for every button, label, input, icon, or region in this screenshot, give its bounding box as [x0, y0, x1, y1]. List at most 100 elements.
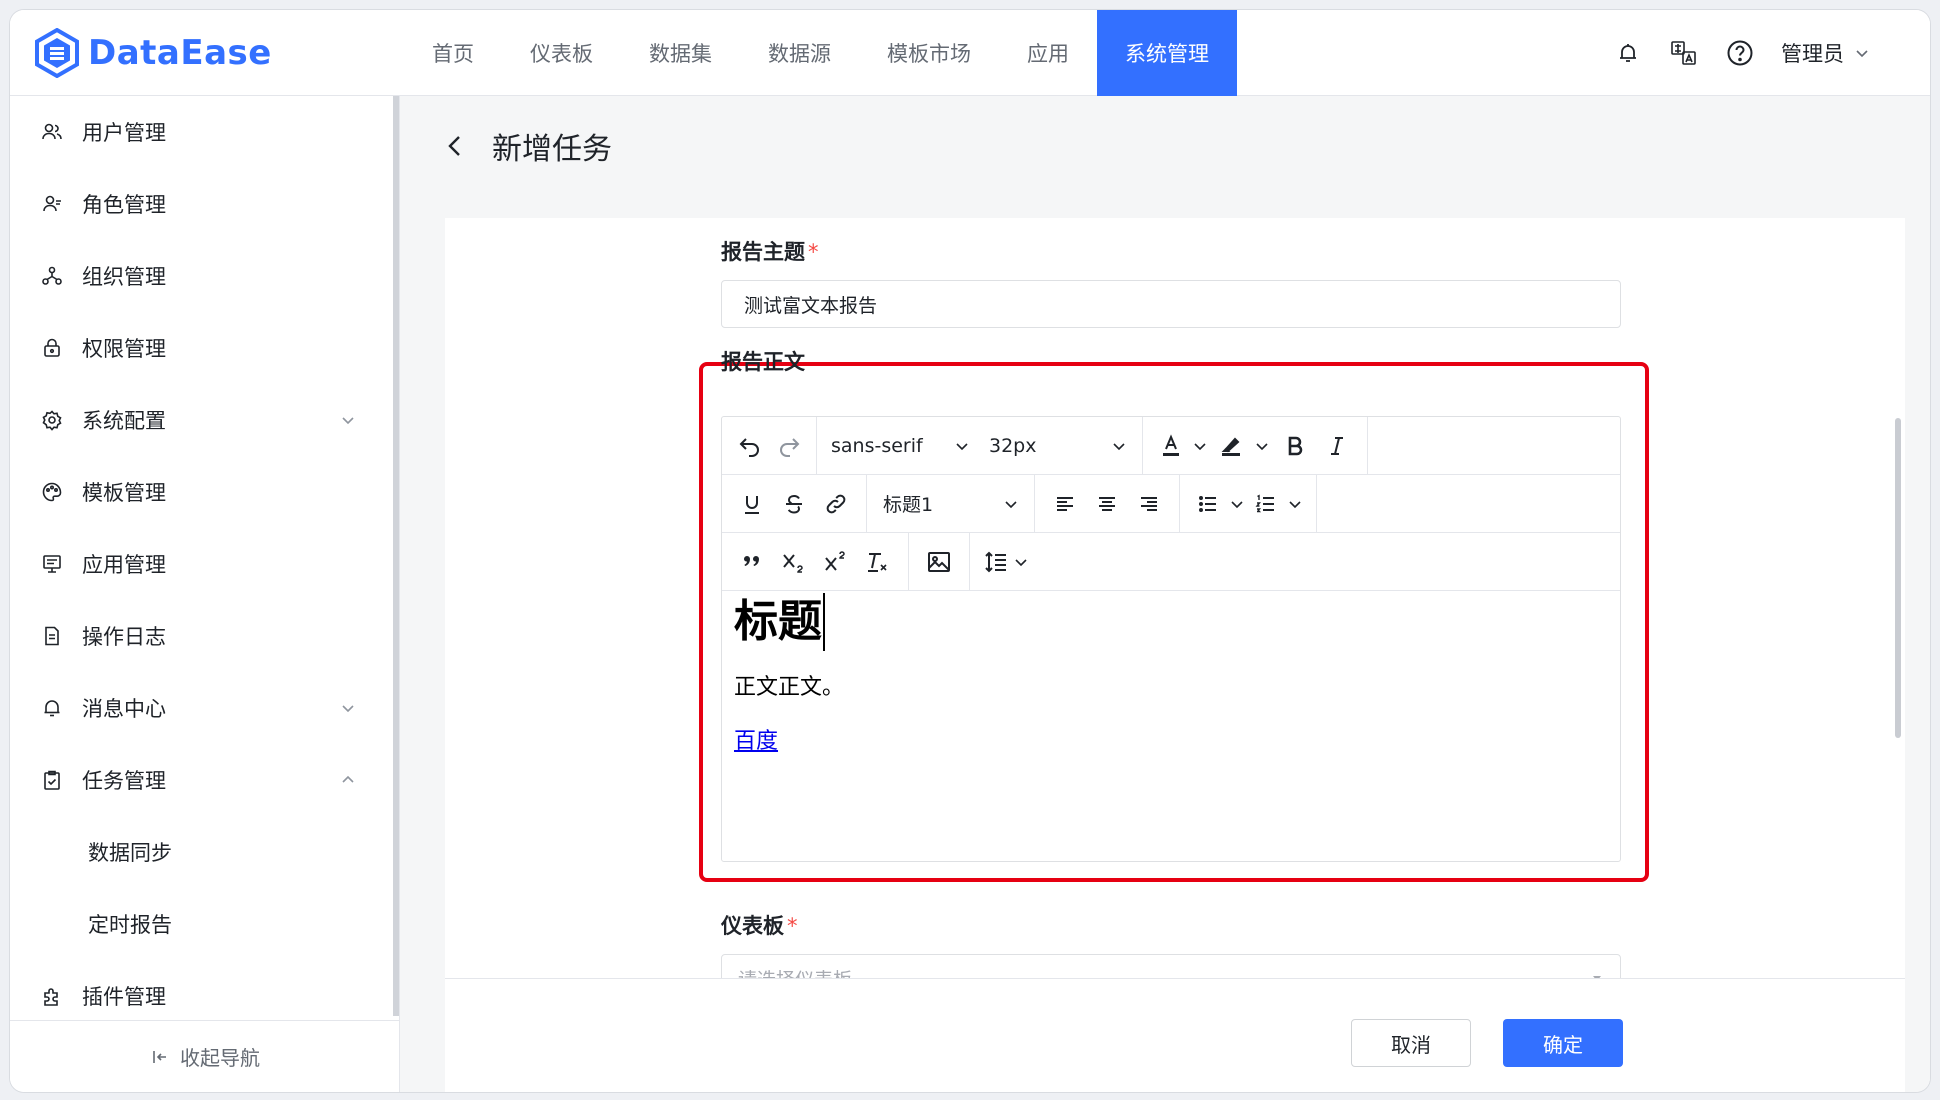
bell-icon[interactable]	[1613, 38, 1643, 68]
sidebar-item-label: 权限管理	[82, 337, 166, 361]
nav-datasource[interactable]: 数据源	[740, 10, 859, 96]
chevron-down-icon	[1856, 50, 1868, 58]
format-group	[722, 475, 867, 532]
sidebar-item-tasks[interactable]: 任务管理	[10, 744, 394, 816]
italic-icon[interactable]	[1317, 425, 1357, 467]
line-height-group	[970, 533, 1040, 590]
sidebar-item-permissions[interactable]: 权限管理	[10, 312, 394, 384]
help-icon[interactable]	[1725, 38, 1755, 68]
sidebar-item-system-config[interactable]: 系统配置	[10, 384, 394, 456]
redo-icon[interactable]	[771, 425, 806, 467]
sidebar-subitem-scheduled-report[interactable]: 定时报告	[10, 888, 394, 960]
editor-toolbar-row-1: sans-serif 32px	[722, 417, 1620, 475]
main-scrollbar[interactable]	[1895, 418, 1901, 738]
undo-icon[interactable]	[732, 425, 767, 467]
editor-content[interactable]: 标题 正文正文。 百度	[734, 593, 1604, 755]
body-label: 报告正文	[721, 350, 805, 374]
nav-system-management[interactable]: 系统管理	[1097, 10, 1237, 96]
sidebar-item-org[interactable]: 组织管理	[10, 240, 394, 312]
font-family-value: sans-serif	[831, 434, 923, 457]
confirm-button[interactable]: 确定	[1503, 1019, 1623, 1067]
content-link[interactable]: 百度	[734, 723, 778, 755]
chevron-down-icon	[956, 442, 968, 450]
chevron-down-icon	[1005, 500, 1017, 508]
blockquote-icon[interactable]	[732, 541, 772, 583]
numbered-list-icon[interactable]	[1248, 483, 1284, 525]
link-icon[interactable]	[816, 483, 856, 525]
app-logo[interactable]: DataEase	[34, 28, 272, 78]
subject-input[interactable]: 测试富文本报告	[721, 280, 1621, 328]
nav-template-market[interactable]: 模板市场	[859, 10, 999, 96]
align-right-icon[interactable]	[1129, 483, 1169, 525]
sidebar-item-templates[interactable]: 模板管理	[10, 456, 394, 528]
dashboard-label: 仪表板 *	[721, 910, 798, 940]
numbered-list-dropdown[interactable]	[1284, 483, 1306, 525]
sidebar-item-apps[interactable]: 应用管理	[10, 528, 394, 600]
page-title: 新增任务	[492, 132, 612, 167]
text-style-group	[1143, 417, 1368, 474]
bold-icon[interactable]	[1273, 425, 1317, 467]
image-icon[interactable]	[919, 541, 959, 583]
line-height-icon[interactable]	[980, 541, 1012, 583]
underline-icon[interactable]	[732, 483, 772, 525]
insert-group	[909, 533, 970, 590]
sidebar-item-users[interactable]: 用户管理	[10, 96, 394, 168]
page-header: 新增任务	[440, 122, 612, 170]
sidebar-item-roles[interactable]: 角色管理	[10, 168, 394, 240]
highlight-color-icon[interactable]	[1211, 425, 1251, 467]
sidebar-item-label: 操作日志	[82, 625, 166, 649]
line-height-dropdown[interactable]	[1012, 541, 1030, 583]
clear-format-icon[interactable]	[858, 541, 898, 583]
top-nav: 首页 仪表板 数据集 数据源 模板市场 应用 系统管理	[404, 10, 1237, 96]
nav-dataset[interactable]: 数据集	[621, 10, 740, 96]
text-cursor	[823, 593, 825, 651]
plugin-icon	[40, 984, 64, 1008]
highlight-color-dropdown[interactable]	[1251, 425, 1273, 467]
sidebar-item-logs[interactable]: 操作日志	[10, 600, 394, 672]
subject-label-text: 报告主题	[721, 240, 805, 264]
cancel-button[interactable]: 取消	[1351, 1019, 1471, 1067]
font-color-dropdown[interactable]	[1189, 425, 1211, 467]
chevron-up-icon	[342, 775, 354, 783]
superscript-icon[interactable]	[816, 541, 856, 583]
back-button[interactable]	[440, 131, 470, 161]
app-window: DataEase 首页 仪表板 数据集 数据源 模板市场 应用 系统管理 管理员	[10, 10, 1930, 1092]
chevron-down-icon	[342, 417, 354, 425]
font-color-icon[interactable]	[1153, 425, 1189, 467]
rich-text-editor: sans-serif 32px 标题1 标题 正文正文。 百度	[721, 416, 1621, 862]
bullet-list-icon[interactable]	[1190, 483, 1226, 525]
sidebar-item-messages[interactable]: 消息中心	[10, 672, 394, 744]
dashboard-placeholder: 请选择仪表板	[738, 965, 852, 979]
role-icon	[40, 192, 64, 216]
align-left-icon[interactable]	[1045, 483, 1085, 525]
sidebar-item-label: 应用管理	[82, 553, 166, 577]
required-mark: *	[808, 240, 819, 264]
app-name: DataEase	[88, 33, 272, 73]
sidebar-subitem-data-sync[interactable]: 数据同步	[10, 816, 394, 888]
nav-home[interactable]: 首页	[404, 10, 502, 96]
sidebar: 用户管理 角色管理 组织管理 权限管理 系统配置 模板管理 应用管理 操作日志 …	[10, 96, 400, 1092]
chevron-down-icon	[1113, 442, 1125, 450]
align-center-icon[interactable]	[1087, 483, 1127, 525]
caret-down-icon	[1593, 976, 1601, 978]
nav-dashboard[interactable]: 仪表板	[502, 10, 621, 96]
font-size-select[interactable]: 32px	[977, 417, 1143, 474]
dashboard-label-text: 仪表板	[721, 914, 784, 938]
user-menu[interactable]: 管理员	[1781, 38, 1870, 68]
sidebar-item-label: 消息中心	[82, 697, 166, 721]
collapse-nav-label: 收起导航	[180, 1046, 260, 1070]
sidebar-item-label: 用户管理	[82, 121, 166, 145]
org-icon	[40, 264, 64, 288]
translate-icon[interactable]	[1669, 38, 1699, 68]
subscript-icon[interactable]	[774, 541, 814, 583]
collapse-nav-button[interactable]: 收起导航	[10, 1020, 400, 1092]
sidebar-item-label: 组织管理	[82, 265, 166, 289]
user-icon	[40, 120, 64, 144]
strikethrough-icon[interactable]	[774, 483, 814, 525]
font-family-select[interactable]: sans-serif	[817, 417, 977, 474]
dashboard-select[interactable]: 请选择仪表板	[721, 954, 1621, 978]
content-heading: 标题	[734, 593, 1604, 651]
bullet-list-dropdown[interactable]	[1226, 483, 1248, 525]
heading-select[interactable]: 标题1	[867, 475, 1035, 532]
nav-application[interactable]: 应用	[999, 10, 1097, 96]
